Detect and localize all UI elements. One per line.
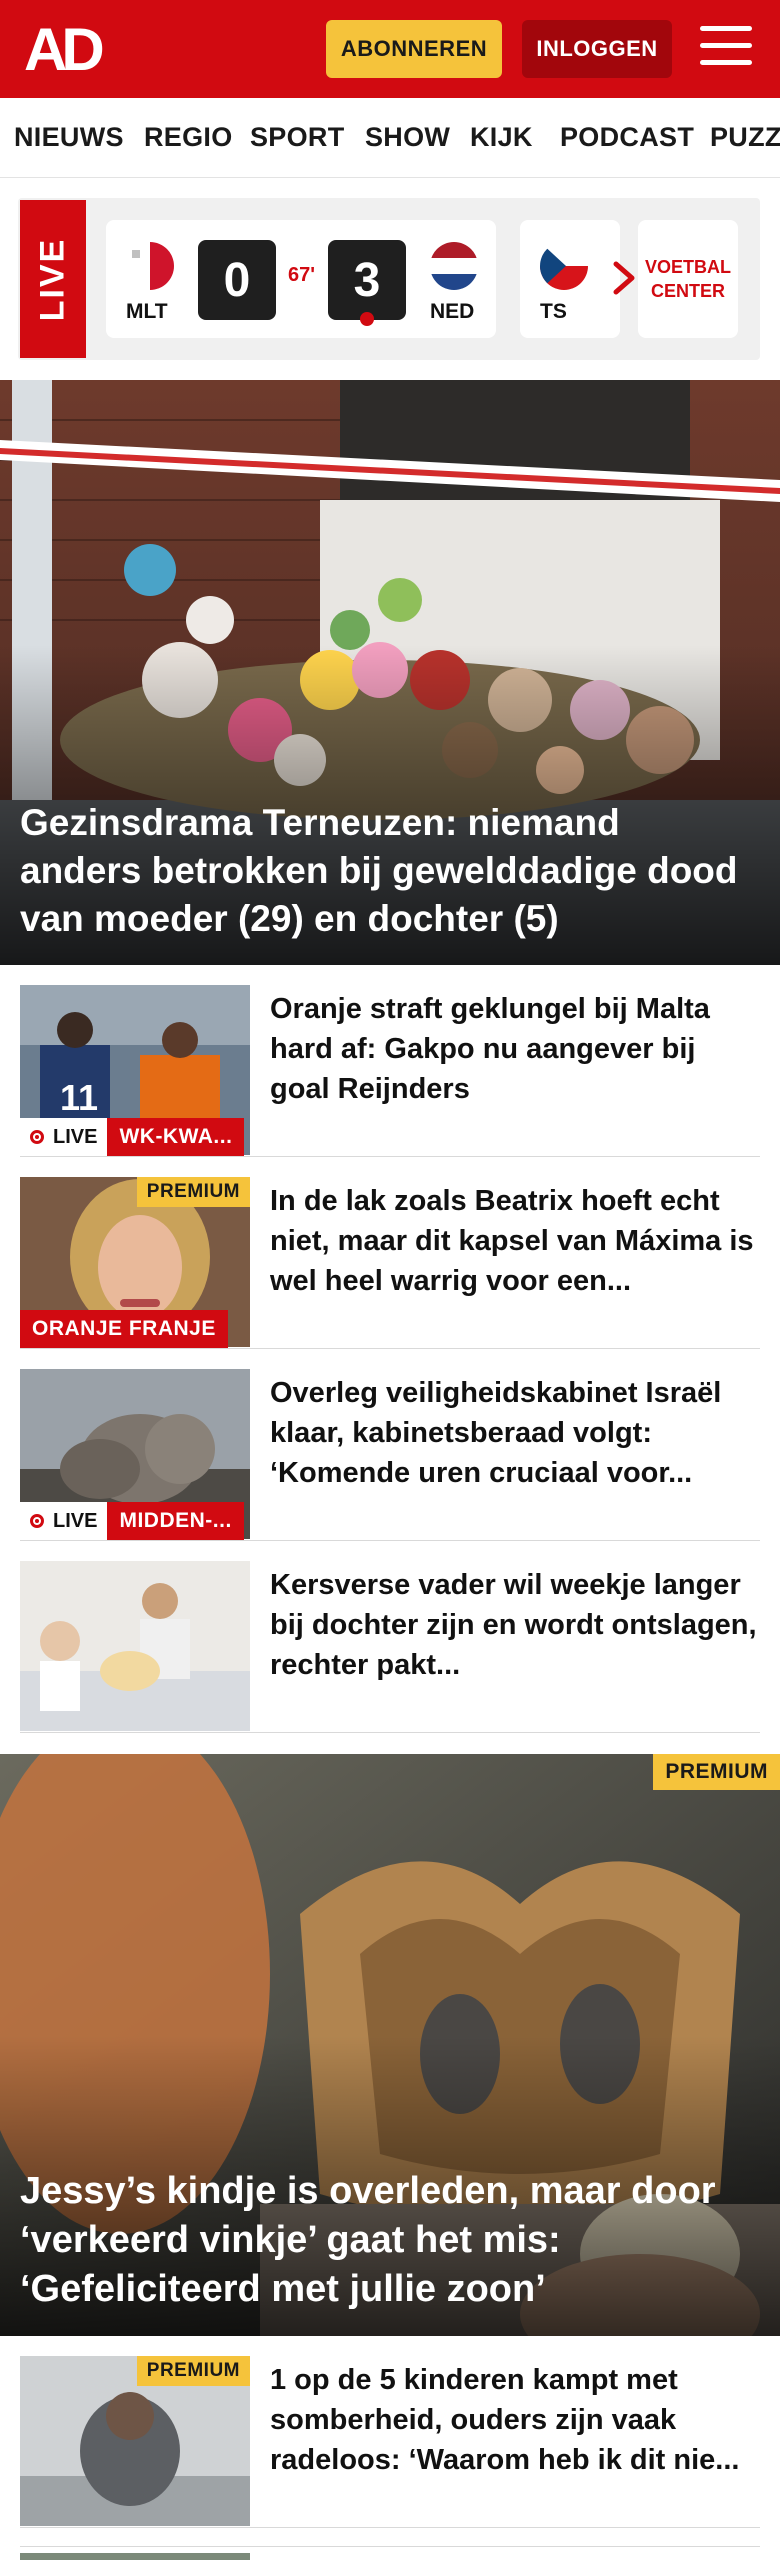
premium-badge: PREMIUM [653, 1754, 780, 1790]
category-row: ORANJE FRANJE [20, 1310, 228, 1348]
article-title[interactable]: 1 op de 5 kinderen kampt met somberheid,… [270, 2360, 760, 2480]
voetbal-center-button[interactable]: VOETBAL CENTER [638, 220, 738, 338]
live-dot-icon [30, 1514, 44, 1528]
hero-article-2[interactable]: PREMIUM Jessy’s kindje is overleden, maa… [0, 1754, 780, 2336]
hamburger-menu-icon[interactable] [700, 26, 752, 70]
premium-badge: PREMIUM [136, 1177, 250, 1207]
chevron-right-icon[interactable] [606, 258, 642, 298]
home-score: 0 [198, 240, 276, 320]
nav-item-regio[interactable]: REGIO [144, 122, 233, 153]
article-title[interactable]: Oranje straft geklungel bij Malta hard a… [270, 989, 760, 1109]
article-title[interactable]: Kersverse vader wil weekje langer bij do… [270, 1565, 760, 1685]
list-item[interactable]: Kersverse vader wil weekje langer bij do… [20, 1561, 760, 1733]
nav-item-sport[interactable]: SPORT [250, 122, 345, 153]
match-card-next[interactable]: TS [520, 220, 620, 338]
nav-item-puzzel[interactable]: PUZZ [710, 122, 780, 153]
home-team-code: MLT [126, 300, 168, 323]
login-button[interactable]: INLOGGEN [522, 20, 672, 78]
article-thumbnail [20, 1561, 250, 1731]
match-card-mlt-ned[interactable]: MLT 0 67' 3 NED [106, 220, 496, 338]
nav-item-nieuws[interactable]: NIEUWS [14, 122, 124, 153]
site-header: AD ABONNEREN INLOGGEN [0, 0, 780, 98]
malta-flag-icon [126, 242, 174, 290]
nav-item-podcast[interactable]: PODCAST [560, 122, 694, 153]
ad-logo[interactable]: AD [24, 20, 116, 78]
live-badge: LIVE [20, 200, 86, 358]
article-title[interactable]: In de lak zoals Beatrix hoeft echt niet,… [270, 1181, 760, 1301]
svg-text:11: 11 [60, 1077, 98, 1118]
match-minute: 67' [288, 264, 316, 286]
subscribe-button[interactable]: ABONNEREN [326, 20, 502, 78]
czech-flag-icon [540, 242, 588, 290]
live-dot-icon [30, 1130, 44, 1144]
article-title[interactable]: Overleg veiligheidskabinet Israël klaar,… [270, 1373, 760, 1493]
away-team-code: NED [430, 300, 475, 323]
hero-2-title[interactable]: Jessy’s kindje is overleden, maar door ‘… [20, 2167, 750, 2314]
premium-badge: PREMIUM [136, 2356, 250, 2386]
live-indicator: LIVE [20, 1118, 108, 1156]
category-row: LIVE WK-KWA... [20, 1118, 245, 1156]
hero-article[interactable]: Gezinsdrama Terneuzen: niemand anders be… [0, 380, 780, 965]
list-item[interactable]: 11 LIVE WK-KWA... Oranje straft geklunge… [20, 985, 760, 1157]
nav-item-show[interactable]: SHOW [365, 122, 450, 153]
list-item[interactable]: LIVE MIDDEN-... Overleg veiligheidskabin… [20, 1369, 760, 1541]
netherlands-flag-icon [430, 242, 478, 290]
svg-text:AD: AD [24, 20, 102, 78]
nav-item-kijk[interactable]: KIJK [470, 122, 533, 153]
category-label[interactable]: ORANJE FRANJE [20, 1310, 228, 1348]
list-item[interactable]: PREMIUM ORANJE FRANJE In de lak zoals Be… [20, 1177, 760, 1349]
next-team-code: TS [540, 300, 567, 323]
category-label[interactable]: WK-KWA... [107, 1118, 245, 1156]
category-label[interactable]: MIDDEN-... [107, 1502, 244, 1540]
away-score: 3 [328, 240, 406, 320]
main-navigation: NIEUWS REGIO SPORT SHOW KIJK PODCAST PUZ… [0, 98, 780, 178]
goal-indicator-dot [360, 312, 374, 326]
live-scores-strip: LIVE MLT 0 67' 3 NED TS VOETBAL CENTER [18, 198, 760, 360]
article-thumbnail-partial [20, 2553, 250, 2560]
live-indicator: LIVE [20, 1502, 108, 1540]
category-row: LIVE MIDDEN-... [20, 1502, 244, 1540]
hero-title[interactable]: Gezinsdrama Terneuzen: niemand anders be… [20, 799, 750, 943]
list-item[interactable]: PREMIUM 1 op de 5 kinderen kampt met som… [20, 2356, 760, 2528]
list-item-partial [20, 2546, 760, 2560]
